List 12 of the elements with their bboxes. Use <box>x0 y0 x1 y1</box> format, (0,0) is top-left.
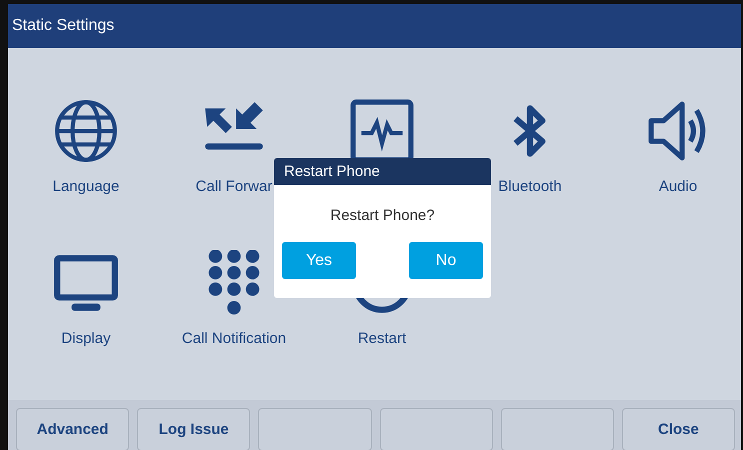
dialog-title: Restart Phone <box>284 163 380 180</box>
softkey-button[interactable]: Close <box>622 408 736 450</box>
dialog-message: Restart Phone? <box>329 207 436 224</box>
blank-softkey[interactable] <box>258 408 372 450</box>
settings-item[interactable]: Display <box>61 330 111 347</box>
globe-icon <box>53 98 119 164</box>
window-title: Static Settings <box>12 17 114 35</box>
blank-softkey[interactable] <box>500 408 614 450</box>
blank-softkey[interactable] <box>380 408 493 450</box>
settings-item[interactable]: Language <box>52 178 120 195</box>
softkey-button[interactable]: Log Issue <box>137 408 250 450</box>
softkey-button[interactable]: Advanced <box>16 408 130 450</box>
